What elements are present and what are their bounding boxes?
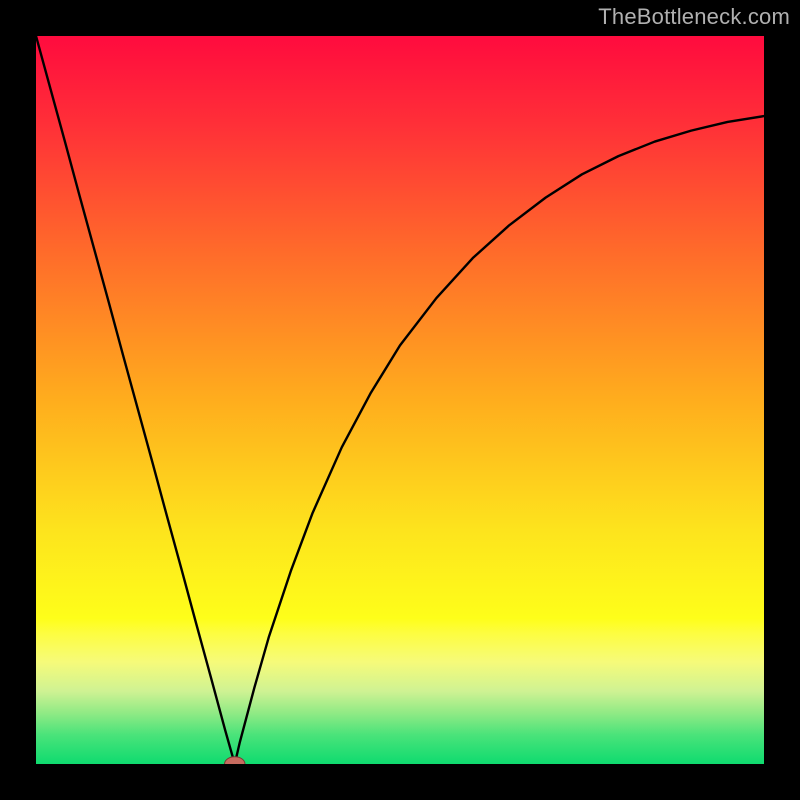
plot-area xyxy=(36,36,764,764)
gradient-background xyxy=(36,36,764,764)
watermark-text: TheBottleneck.com xyxy=(598,4,790,30)
chart-container: TheBottleneck.com xyxy=(0,0,800,800)
chart-svg xyxy=(36,36,764,764)
